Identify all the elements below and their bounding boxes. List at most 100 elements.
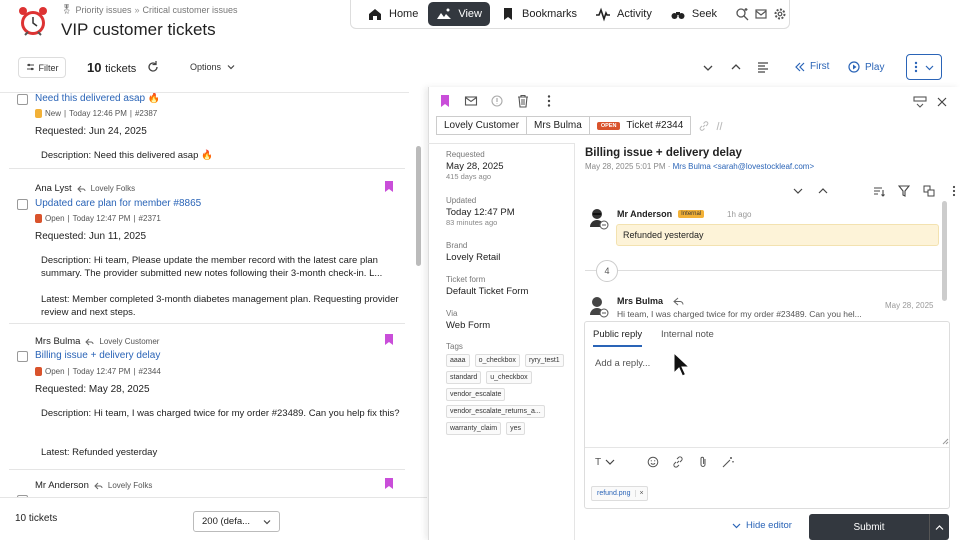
description-text: Need this delivered asap 🔥 xyxy=(93,150,213,161)
ticket-id: #2387 xyxy=(134,109,158,118)
tag[interactable]: vendor_escalate xyxy=(446,388,506,401)
tag[interactable]: yes xyxy=(506,422,525,435)
link-icon[interactable] xyxy=(699,120,709,131)
reply-input[interactable]: Add a reply... xyxy=(595,358,650,369)
more-actions-button[interactable] xyxy=(906,54,942,80)
refresh-button[interactable] xyxy=(146,60,160,74)
avatar xyxy=(588,295,610,319)
ticket-card[interactable]: Need this delivered asap 🔥 New | Today 1… xyxy=(9,93,405,169)
chevron-down-icon[interactable] xyxy=(792,185,804,197)
ticket-checkbox[interactable] xyxy=(17,94,28,105)
tag[interactable]: vendor_escalate_returns_a... xyxy=(446,405,545,418)
page-size-select[interactable]: 200 (defa... xyxy=(193,511,280,532)
nav-home[interactable]: Home xyxy=(359,2,426,26)
first-button[interactable]: First xyxy=(795,61,829,72)
breadcrumb-item[interactable]: Priority issues xyxy=(75,5,131,15)
tag[interactable]: standard xyxy=(446,371,482,384)
tab-ticket[interactable]: OPEN Ticket #2344 xyxy=(588,116,692,135)
filter-button[interactable]: Filter xyxy=(18,57,66,78)
tag-list[interactable]: aaaa o_checkbox ryry_test1 standard u_ch… xyxy=(446,354,568,435)
tag[interactable]: o_checkbox xyxy=(474,354,520,367)
ticket-title[interactable]: Updated care plan for member #8865 xyxy=(35,198,201,209)
filter-icon[interactable] xyxy=(898,185,910,197)
close-panel-button[interactable] xyxy=(937,97,947,107)
trash-icon[interactable] xyxy=(516,94,530,108)
list-view-button[interactable] xyxy=(757,61,769,73)
chevron-down-icon xyxy=(605,459,615,465)
chevron-up-icon[interactable] xyxy=(817,185,829,197)
tab-organization[interactable]: Lovely Customer xyxy=(436,116,528,135)
play-button[interactable]: Play xyxy=(848,61,884,73)
nav-seek[interactable]: Seek xyxy=(662,2,725,26)
panel-dock-button[interactable] xyxy=(913,96,927,108)
bookmark-icon[interactable] xyxy=(438,94,452,108)
ticket-title[interactable]: Billing issue + delivery delay xyxy=(35,350,160,361)
search-button[interactable] xyxy=(733,2,750,26)
ticket-checkbox[interactable] xyxy=(17,351,28,362)
conversation-scrollbar[interactable] xyxy=(942,201,947,301)
resize-handle[interactable] xyxy=(942,438,949,445)
status-dot xyxy=(35,367,42,376)
ticket-card[interactable]: Ana Lyst Lovely Folks Updated care plan … xyxy=(9,175,405,324)
attachment-chip[interactable]: refund.png × xyxy=(591,486,648,501)
tab-requester[interactable]: Mrs Bulma xyxy=(526,116,590,135)
tag[interactable]: warranty_claim xyxy=(446,422,502,435)
field-ticket-form[interactable]: Ticket form Default Ticket Form xyxy=(446,275,528,297)
ticket-description: Description: Hi team, Please update the … xyxy=(41,254,401,280)
paperclip-icon[interactable] xyxy=(697,456,709,468)
mail-icon[interactable] xyxy=(464,94,478,108)
bookmark-icon[interactable] xyxy=(385,478,393,489)
tag[interactable]: ryry_test1 xyxy=(524,354,564,367)
field-value: Default Ticket Form xyxy=(446,286,529,297)
requester-name: Mrs Bulma xyxy=(35,336,81,347)
ticket-meta: Open | Today 12:47 PM | #2344 xyxy=(35,367,161,376)
tab-public-reply[interactable]: Public reply xyxy=(593,329,643,347)
ticket-subject-meta: May 28, 2025 5:01 PM · Mrs Bulma <sarah@… xyxy=(585,162,815,171)
ticket-card[interactable]: Mr Anderson Lovely Folks xyxy=(9,475,405,497)
nav-label: Seek xyxy=(691,8,717,20)
tag[interactable]: u_checkbox xyxy=(486,371,532,384)
ticket-description: Description: Need this delivered asap 🔥 xyxy=(41,149,401,162)
breadcrumb-item[interactable]: Critical customer issues xyxy=(142,5,237,15)
bookmark-icon[interactable] xyxy=(385,181,393,192)
remove-attachment-button[interactable]: × xyxy=(635,490,646,497)
reply-editor xyxy=(584,321,950,509)
translate-icon[interactable] xyxy=(923,185,935,197)
expand-all-button[interactable] xyxy=(730,61,742,73)
nav-bookmarks[interactable]: Bookmarks xyxy=(492,2,585,26)
tag[interactable]: aaaa xyxy=(446,354,470,367)
chevron-down-icon xyxy=(263,519,271,524)
submit-button[interactable]: Submit xyxy=(809,514,929,540)
inbox-button[interactable] xyxy=(752,2,769,26)
spam-icon[interactable] xyxy=(490,94,504,108)
ticket-from: Ana Lyst Lovely Folks xyxy=(35,183,135,194)
collapse-all-button[interactable] xyxy=(702,62,714,74)
list-scrollbar[interactable] xyxy=(416,146,421,266)
chevron-down-icon xyxy=(925,65,934,70)
ticket-title[interactable]: Need this delivered asap 🔥 xyxy=(35,93,160,104)
link-icon[interactable] xyxy=(672,456,684,468)
bookmark-icon[interactable] xyxy=(385,334,393,345)
ticket-count-value: 10 xyxy=(87,60,102,75)
attachment-name[interactable]: refund.png xyxy=(592,490,635,497)
kebab-icon[interactable] xyxy=(542,94,556,108)
magic-wand-icon[interactable] xyxy=(722,456,734,468)
play-circle-icon xyxy=(848,61,860,73)
ticket-checkbox[interactable] xyxy=(17,199,28,210)
hide-editor-button[interactable]: Hide editor xyxy=(732,520,792,531)
collapsed-messages-button[interactable]: 4 xyxy=(596,260,618,282)
field-brand[interactable]: Brand Lovely Retail xyxy=(446,241,500,263)
ticket-card[interactable]: Mrs Bulma Lovely Customer Billing issue … xyxy=(9,328,405,470)
sort-icon[interactable] xyxy=(873,185,885,197)
submit-options-button[interactable] xyxy=(929,514,949,540)
tab-internal-note[interactable]: Internal note xyxy=(661,329,714,340)
settings-button[interactable] xyxy=(772,2,789,26)
nav-view[interactable]: View xyxy=(428,2,490,26)
options-dropdown[interactable]: Options xyxy=(190,62,235,72)
text-format-button[interactable]: T xyxy=(595,457,615,468)
emoji-icon[interactable] xyxy=(647,456,659,468)
top-navigation: Home View Bookmarks Activity Seek xyxy=(350,0,790,29)
subject-from[interactable]: Mrs Bulma <sarah@lovestockleaf.com> xyxy=(673,162,815,171)
nav-activity[interactable]: Activity xyxy=(587,2,660,26)
kebab-icon[interactable] xyxy=(948,185,960,197)
